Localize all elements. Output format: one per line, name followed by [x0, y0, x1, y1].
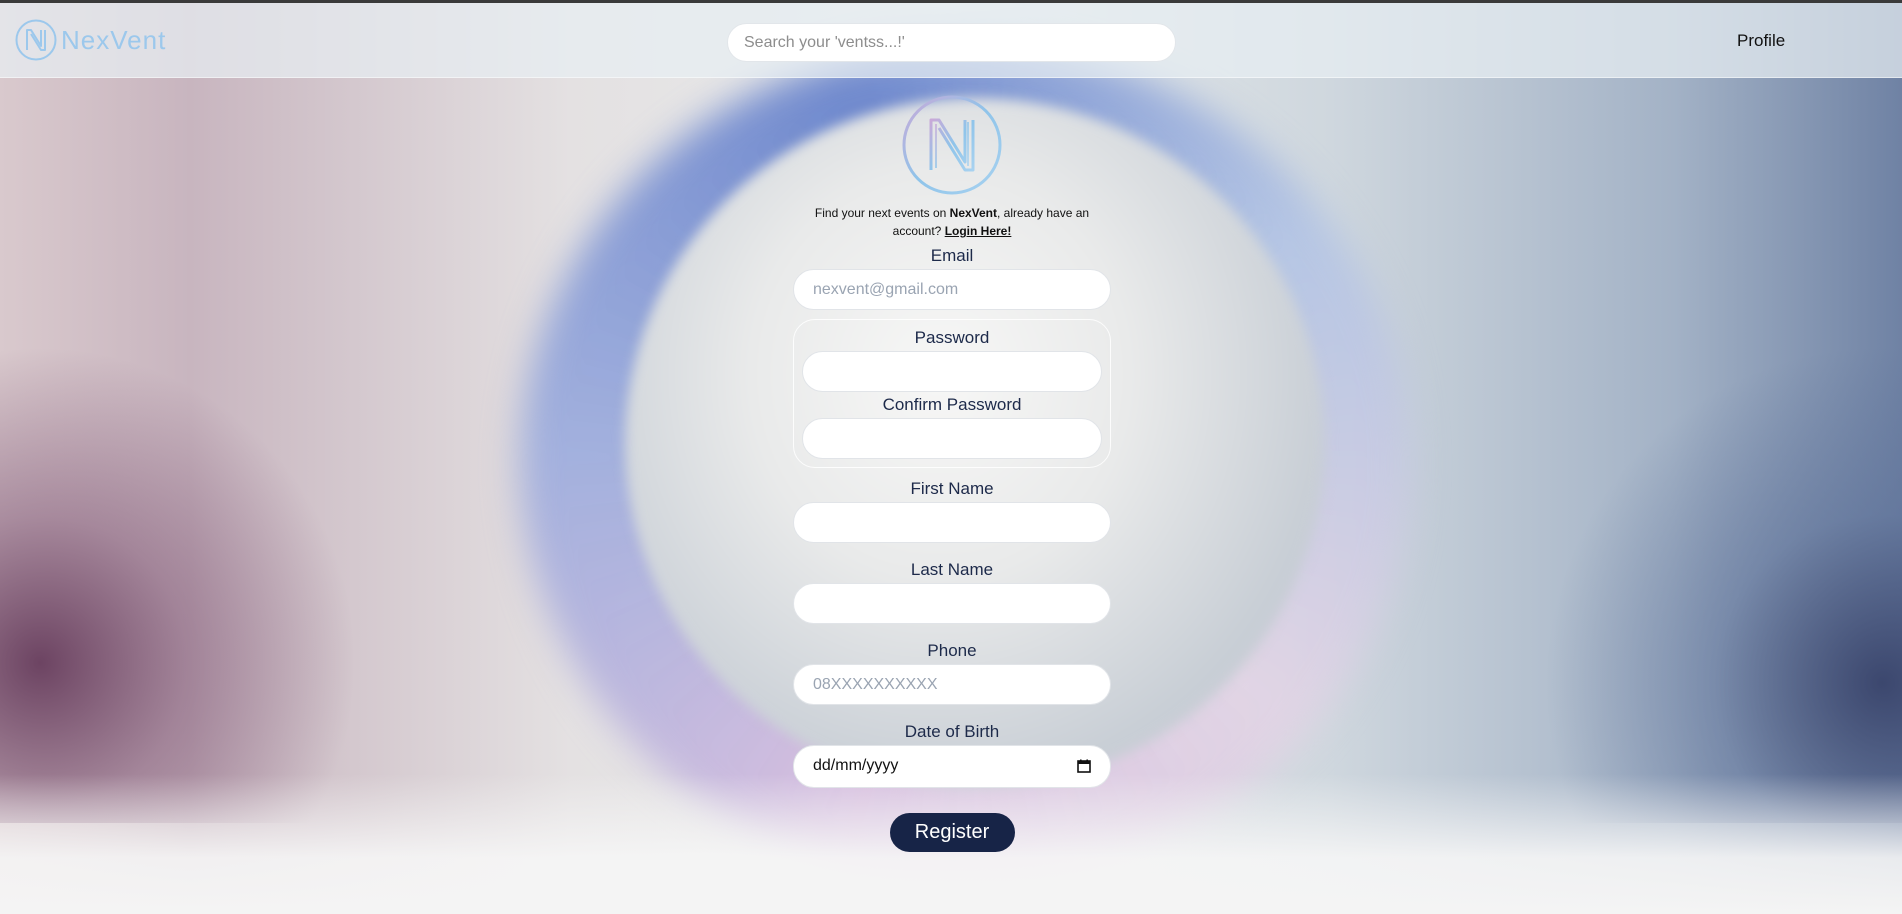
- password-group: Password Confirm Password: [793, 319, 1111, 468]
- intro-prefix: Find your next events on: [814, 206, 950, 220]
- logo-text: NexVent: [61, 24, 167, 55]
- register-button[interactable]: Register: [889, 813, 1015, 852]
- first-name-label: First Name: [910, 479, 994, 498]
- dob-field-wrap: dd/mm/yyyy: [793, 745, 1111, 788]
- intro-brand: NexVent: [949, 206, 998, 220]
- password-label: Password: [914, 328, 990, 347]
- email-field[interactable]: [793, 269, 1111, 310]
- dob-value: dd/mm/yyyy: [813, 757, 899, 774]
- last-name-label: Last Name: [910, 560, 994, 579]
- password-field[interactable]: [802, 351, 1102, 392]
- dob-label: Date of Birth: [904, 722, 1000, 741]
- top-nav-bar: NexVent Profile: [0, 3, 1902, 78]
- confirm-password-field[interactable]: [802, 418, 1102, 459]
- nexvent-logo-icon: [15, 19, 57, 61]
- register-form: Find your next events on NexVent, alread…: [793, 94, 1111, 852]
- last-name-field[interactable]: [793, 583, 1111, 624]
- first-name-field[interactable]: [793, 502, 1111, 543]
- header-logo[interactable]: NexVent: [15, 19, 166, 61]
- search-input[interactable]: [727, 23, 1176, 62]
- confirm-password-label: Confirm Password: [882, 395, 1022, 414]
- phone-label: Phone: [927, 641, 977, 660]
- calendar-icon[interactable]: [1077, 759, 1091, 773]
- phone-field[interactable]: [793, 664, 1111, 705]
- email-label: Email: [930, 246, 974, 265]
- nexvent-logo-icon: [902, 95, 1002, 195]
- intro-text: Find your next events on NexVent, alread…: [793, 204, 1111, 240]
- login-link[interactable]: Login Here!: [945, 224, 1012, 238]
- profile-link[interactable]: Profile: [1737, 31, 1785, 51]
